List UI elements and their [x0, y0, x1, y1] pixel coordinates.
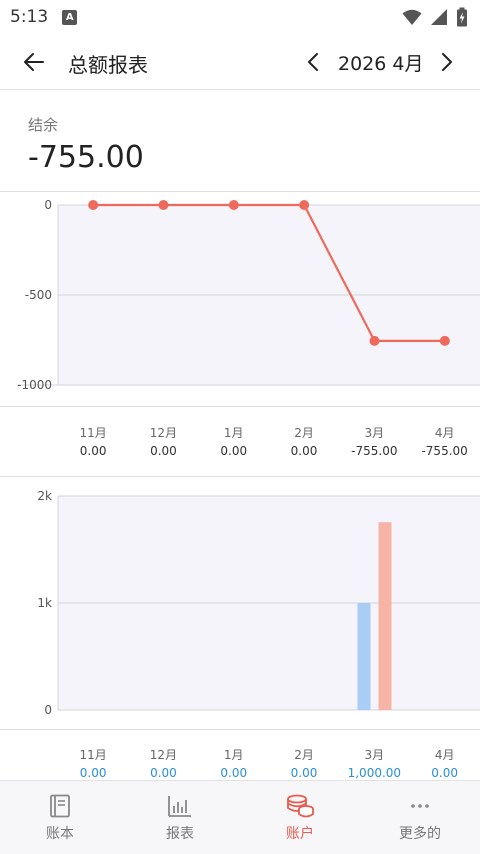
back-button[interactable] — [18, 46, 50, 78]
nav-item-more[interactable]: 更多的 — [360, 781, 480, 854]
data-point — [369, 335, 380, 346]
y-tick-label: -1000 — [17, 378, 52, 392]
month-value: 0.00 — [79, 766, 107, 780]
balance-line-chart: 0 -500 -1000 — [17, 198, 480, 392]
next-month-button[interactable] — [432, 46, 462, 78]
y-tick-label: 0 — [44, 198, 52, 212]
month-value: 0.00 — [79, 444, 107, 458]
month-cell: 12月 0.00 — [128, 424, 198, 458]
y-tick-label: 0 — [44, 703, 52, 717]
bar-chart-icon — [168, 796, 191, 817]
status-time: 5:13 — [10, 7, 49, 27]
data-point — [228, 200, 239, 210]
month-label: 3月 — [364, 748, 385, 762]
balance-value: -755.00 — [28, 140, 144, 175]
month-label: 12月 — [149, 426, 178, 440]
month-value: -755.00 — [421, 444, 468, 458]
nav-label-reports: 报表 — [166, 826, 194, 842]
nav-label-accounts: 账户 — [286, 826, 314, 842]
month-label: 1月 — [223, 426, 244, 440]
month-value: 0.00 — [220, 766, 248, 780]
notification-badge-icon: A — [62, 9, 78, 25]
month-label: 3月 — [364, 426, 385, 440]
month-cell: 4月 0.00 — [409, 746, 479, 780]
month-value: 1,000.00 — [347, 766, 402, 780]
y-tick-label: -500 — [25, 288, 52, 302]
month-label: 2月 — [294, 748, 314, 762]
month-label: 11月 — [79, 748, 107, 762]
nav-label-more: 更多的 — [399, 826, 441, 842]
month-cell: 3月 -755.00 — [339, 424, 409, 458]
divider — [0, 406, 480, 407]
coins-icon — [287, 794, 314, 818]
nav-item-accounts[interactable]: 账户 — [240, 781, 360, 854]
data-point — [299, 200, 310, 210]
y-tick-label: 2k — [37, 489, 52, 503]
month-label: 12月 — [149, 748, 178, 762]
page-title: 总额报表 — [68, 53, 148, 77]
month-cell: 11月 0.00 — [58, 424, 128, 458]
signal-icon — [431, 9, 447, 25]
bar — [378, 522, 392, 710]
y-tick-label: 1k — [37, 596, 52, 610]
more-icon — [411, 804, 429, 808]
nav-label-ledger: 账本 — [46, 826, 74, 842]
chevron-left-icon — [308, 53, 318, 71]
chevron-right-icon — [442, 53, 452, 71]
balance-label: 结余 — [28, 116, 59, 134]
status-bar: 5:13 A — [0, 0, 480, 34]
app-bar: 总额报表 2026 4月 — [0, 34, 480, 90]
month-label: 11月 — [79, 426, 107, 440]
month-cell: 2月 0.00 — [269, 424, 339, 458]
month-value: 0.00 — [150, 766, 177, 780]
month-value: 0.00 — [220, 444, 248, 458]
previous-month-button[interactable] — [298, 46, 328, 78]
month-label: 4月 — [434, 426, 455, 440]
month-cell: 4月 -755.00 — [409, 424, 479, 458]
month-value: -755.00 — [351, 444, 398, 458]
data-point — [88, 200, 99, 210]
wifi-icon — [402, 9, 422, 25]
bottom-navigation: 账本 报表 账户 更多的 — [0, 780, 480, 854]
divider — [0, 729, 480, 730]
month-label: 1月 — [223, 748, 244, 762]
income-expense-bar-chart: 2k 1k 0 — [37, 489, 480, 717]
month-cell: 3月 1,000.00 — [339, 746, 409, 780]
month-cell: 1月 0.00 — [199, 424, 269, 458]
data-point — [158, 200, 169, 210]
nav-item-reports[interactable]: 报表 — [120, 781, 240, 854]
month-value: 0.00 — [290, 766, 318, 780]
month-label: 2月 — [294, 426, 314, 440]
bar-chart-month-values: 11月 0.00 12月 0.00 1月 0.00 2月 0.00 3月 1,000.00 4月 0.… — [58, 746, 480, 780]
bar — [357, 603, 371, 710]
month-cell: 1月 0.00 — [199, 746, 269, 780]
month-cell: 2月 0.00 — [269, 746, 339, 780]
month-value: 0.00 — [431, 766, 458, 780]
month-cell: 12月 0.00 — [128, 746, 198, 780]
status-icons — [402, 7, 468, 27]
data-point — [439, 335, 450, 346]
nav-item-ledger[interactable]: 账本 — [0, 781, 120, 854]
month-value: 0.00 — [150, 444, 177, 458]
month-label: 4月 — [434, 748, 455, 762]
book-icon — [50, 794, 70, 818]
line-chart-month-values: 11月 0.00 12月 0.00 1月 0.00 2月 0.00 3月 -755.00 4月 -75… — [58, 424, 480, 458]
battery-icon — [457, 7, 467, 27]
month-value: 0.00 — [290, 444, 318, 458]
arrow-left-icon — [24, 53, 44, 71]
period-label[interactable]: 2026 4月 — [338, 49, 423, 76]
month-cell: 11月 0.00 — [58, 746, 128, 780]
